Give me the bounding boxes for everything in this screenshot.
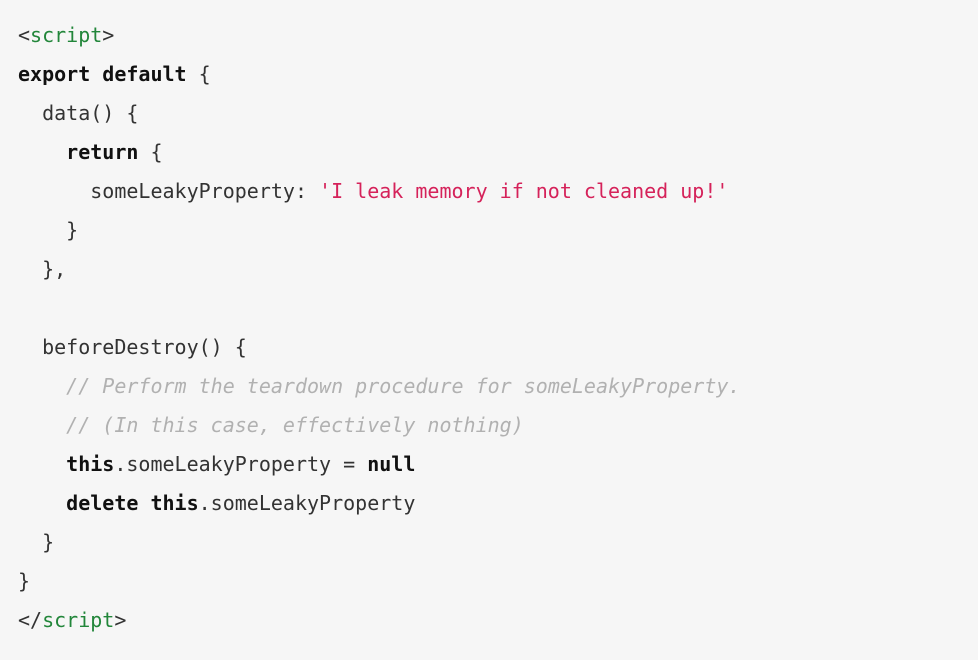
- tag-bracket: >: [114, 608, 126, 632]
- code-line: }: [18, 218, 78, 242]
- code-line: // (In this case, effectively nothing): [18, 413, 524, 437]
- keyword-delete: delete: [66, 491, 138, 515]
- code-line: // Perform the teardown procedure for so…: [18, 374, 740, 398]
- tag-name: script: [30, 23, 102, 47]
- code-line: }: [18, 569, 30, 593]
- code-line: </script>: [18, 608, 126, 632]
- keyword-return: return: [66, 140, 138, 164]
- string-literal: 'I leak memory if not cleaned up!': [319, 179, 728, 203]
- keyword-export: export: [18, 62, 90, 86]
- code-line: return {: [18, 140, 163, 164]
- tag-bracket: >: [102, 23, 114, 47]
- keyword-this: this: [66, 452, 114, 476]
- comment: // (In this case, effectively nothing): [66, 413, 524, 437]
- tag-bracket: </: [18, 608, 42, 632]
- code-line: beforeDestroy() {: [18, 335, 247, 359]
- comment: // Perform the teardown procedure for so…: [66, 374, 740, 398]
- code-snippet: <script> export default { data() { retur…: [0, 0, 978, 656]
- code-line: export default {: [18, 62, 211, 86]
- keyword-default: default: [102, 62, 186, 86]
- code-line: someLeakyProperty: 'I leak memory if not…: [18, 179, 728, 203]
- code-line: },: [18, 257, 66, 281]
- keyword-null: null: [367, 452, 415, 476]
- code-line: delete this.someLeakyProperty: [18, 491, 415, 515]
- code-line: data() {: [18, 101, 138, 125]
- code-line: this.someLeakyProperty = null: [18, 452, 415, 476]
- tag-name: script: [42, 608, 114, 632]
- code-line: }: [18, 530, 54, 554]
- code-line: <script>: [18, 23, 114, 47]
- tag-bracket: <: [18, 23, 30, 47]
- keyword-this: this: [150, 491, 198, 515]
